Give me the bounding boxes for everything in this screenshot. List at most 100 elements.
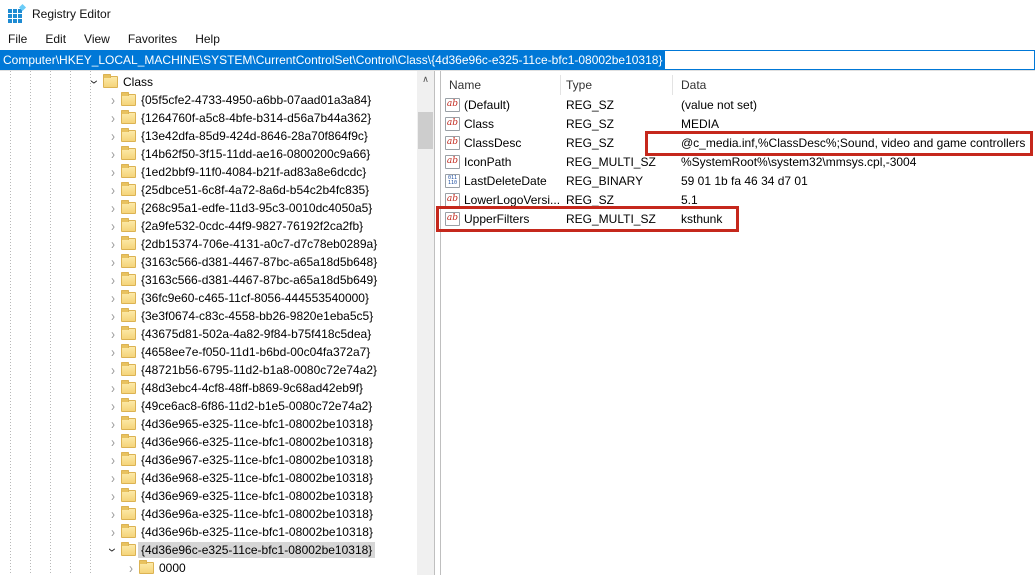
chevron-right-icon[interactable] xyxy=(106,435,120,449)
folder-icon xyxy=(121,454,136,466)
tree-row[interactable]: {1264760f-a5c8-4bfe-b314-d56a7b44a362} xyxy=(0,109,417,127)
value-data-cell: ksthunk xyxy=(673,212,1035,226)
folder-icon xyxy=(121,490,136,502)
tree-row[interactable]: {4d36e96c-e325-11ce-bfc1-08002be10318} xyxy=(0,541,417,559)
menu-item-edit[interactable]: Edit xyxy=(45,30,75,48)
value-name-label: IconPath xyxy=(464,155,511,169)
tree-row[interactable]: {48d3ebc4-4cf8-48ff-b869-9c68ad42eb9f} xyxy=(0,379,417,397)
tree-row[interactable]: Class xyxy=(0,73,417,91)
value-row[interactable]: abClassDescREG_SZ@c_media.inf,%ClassDesc… xyxy=(441,133,1035,152)
value-row[interactable]: abLowerLogoVersi...REG_SZ5.1 xyxy=(441,190,1035,209)
folder-icon xyxy=(121,436,136,448)
column-header-name[interactable]: Name xyxy=(441,75,561,95)
tree-item-label: {4d36e96b-e325-11ce-bfc1-08002be10318} xyxy=(138,524,376,540)
chevron-right-icon[interactable] xyxy=(106,345,120,359)
tree-row[interactable]: {4d36e969-e325-11ce-bfc1-08002be10318} xyxy=(0,487,417,505)
chevron-right-icon[interactable] xyxy=(106,309,120,323)
chevron-right-icon[interactable] xyxy=(106,111,120,125)
chevron-right-icon[interactable] xyxy=(106,417,120,431)
tree-row[interactable]: {3e3f0674-c83c-4558-bb26-9820e1eba5c5} xyxy=(0,307,417,325)
chevron-right-icon[interactable] xyxy=(106,201,120,215)
menu-item-file[interactable]: File xyxy=(8,30,36,48)
tree-row[interactable]: {268c95a1-edfe-11d3-95c3-0010dc4050a5} xyxy=(0,199,417,217)
folder-icon xyxy=(121,310,136,322)
menu-bar: File Edit View Favorites Help xyxy=(0,28,1035,50)
tree-row[interactable]: {48721b56-6795-11d2-b1a8-0080c72e74a2} xyxy=(0,361,417,379)
tree-row[interactable]: {4d36e96b-e325-11ce-bfc1-08002be10318} xyxy=(0,523,417,541)
chevron-right-icon[interactable] xyxy=(106,147,120,161)
registry-tree-panel: Class{05f5cfe2-4733-4950-a6bb-07aad01a3a… xyxy=(0,71,434,575)
chevron-right-icon[interactable] xyxy=(106,327,120,341)
menu-item-view[interactable]: View xyxy=(84,30,119,48)
address-bar-input[interactable]: Computer\HKEY_LOCAL_MACHINE\SYSTEM\Curre… xyxy=(0,50,1035,70)
chevron-right-icon[interactable] xyxy=(124,561,138,575)
tree-row[interactable]: {4d36e96a-e325-11ce-bfc1-08002be10318} xyxy=(0,505,417,523)
chevron-right-icon[interactable] xyxy=(106,219,120,233)
chevron-down-icon[interactable] xyxy=(106,543,120,557)
chevron-right-icon[interactable] xyxy=(106,165,120,179)
chevron-right-icon[interactable] xyxy=(106,507,120,521)
chevron-right-icon[interactable] xyxy=(106,381,120,395)
tree-row[interactable]: {14b62f50-3f15-11dd-ae16-0800200c9a66} xyxy=(0,145,417,163)
tree-row[interactable]: {36fc9e60-c465-11cf-8056-444553540000} xyxy=(0,289,417,307)
tree-row[interactable]: 0000 xyxy=(0,559,417,575)
chevron-down-icon[interactable] xyxy=(88,75,102,89)
menu-item-favorites[interactable]: Favorites xyxy=(128,30,186,48)
chevron-right-icon[interactable] xyxy=(106,93,120,107)
chevron-right-icon[interactable] xyxy=(106,273,120,287)
scrollbar-thumb[interactable] xyxy=(418,112,433,149)
chevron-right-icon[interactable] xyxy=(106,399,120,413)
tree-item-label: {25dbce51-6c8f-4a72-8a6d-b54c2b4fc835} xyxy=(138,182,372,198)
tree-row[interactable]: {4d36e966-e325-11ce-bfc1-08002be10318} xyxy=(0,433,417,451)
chevron-right-icon[interactable] xyxy=(106,453,120,467)
tree-item-label: {4d36e965-e325-11ce-bfc1-08002be10318} xyxy=(138,416,376,432)
value-type-cell: REG_SZ xyxy=(561,98,673,112)
folder-icon xyxy=(121,508,136,520)
chevron-right-icon[interactable] xyxy=(106,525,120,539)
tree-row[interactable]: {4d36e967-e325-11ce-bfc1-08002be10318} xyxy=(0,451,417,469)
chevron-right-icon[interactable] xyxy=(106,489,120,503)
value-row[interactable]: abIconPathREG_MULTI_SZ%SystemRoot%\syste… xyxy=(441,152,1035,171)
chevron-right-icon[interactable] xyxy=(106,471,120,485)
column-header-data[interactable]: Data xyxy=(673,75,1035,95)
binary-value-icon: 011110 xyxy=(445,174,460,188)
chevron-right-icon[interactable] xyxy=(106,183,120,197)
tree-row[interactable]: {4d36e965-e325-11ce-bfc1-08002be10318} xyxy=(0,415,417,433)
folder-icon xyxy=(139,562,154,574)
chevron-right-icon[interactable] xyxy=(106,129,120,143)
chevron-right-icon[interactable] xyxy=(106,363,120,377)
chevron-right-icon[interactable] xyxy=(106,255,120,269)
tree-row[interactable]: {3163c566-d381-4467-87bc-a65a18d5b649} xyxy=(0,271,417,289)
tree-vertical-scrollbar[interactable]: ∧ xyxy=(417,71,434,575)
value-name-cell: ab(Default) xyxy=(441,98,561,112)
chevron-right-icon[interactable] xyxy=(106,291,120,305)
menu-item-help[interactable]: Help xyxy=(195,30,229,48)
tree-row[interactable]: {25dbce51-6c8f-4a72-8a6d-b54c2b4fc835} xyxy=(0,181,417,199)
tree-row[interactable]: {1ed2bbf9-11f0-4084-b21f-ad83a8e6dcdc} xyxy=(0,163,417,181)
panel-splitter[interactable] xyxy=(434,71,441,575)
tree-row[interactable]: {4d36e968-e325-11ce-bfc1-08002be10318} xyxy=(0,469,417,487)
tree-row[interactable]: {43675d81-502a-4a82-9f84-b75f418c5dea} xyxy=(0,325,417,343)
tree-row[interactable]: {4658ee7e-f050-11d1-b6bd-00c04fa372a7} xyxy=(0,343,417,361)
tree-item-label: {4d36e968-e325-11ce-bfc1-08002be10318} xyxy=(138,470,376,486)
tree-row[interactable]: {2a9fe532-0cdc-44f9-9827-76192f2ca2fb} xyxy=(0,217,417,235)
value-list-rows: ab(Default)REG_SZ(value not set)abClassR… xyxy=(441,95,1035,228)
tree-row[interactable]: {49ce6ac8-6f86-11d2-b1e5-0080c72e74a2} xyxy=(0,397,417,415)
value-row[interactable]: ab(Default)REG_SZ(value not set) xyxy=(441,95,1035,114)
value-row[interactable]: 011110LastDeleteDateREG_BINARY59 01 1b f… xyxy=(441,171,1035,190)
folder-icon xyxy=(121,292,136,304)
tree-row[interactable]: {2db15374-706e-4131-a0c7-d7c78eb0289a} xyxy=(0,235,417,253)
registry-editor-window: Registry Editor FileEditViewFavoritesHel… xyxy=(0,0,1035,577)
tree-item-label: {14b62f50-3f15-11dd-ae16-0800200c9a66} xyxy=(138,146,373,162)
tree-row[interactable]: {05f5cfe2-4733-4950-a6bb-07aad01a3a84} xyxy=(0,91,417,109)
tree-item-label: {43675d81-502a-4a82-9f84-b75f418c5dea} xyxy=(138,326,374,342)
chevron-right-icon[interactable] xyxy=(106,237,120,251)
column-header-type[interactable]: Type xyxy=(561,75,673,95)
value-row[interactable]: abUpperFiltersREG_MULTI_SZksthunk xyxy=(441,209,1035,228)
tree-row[interactable]: {13e42dfa-85d9-424d-8646-28a70f864f9c} xyxy=(0,127,417,145)
tree-row[interactable]: {3163c566-d381-4467-87bc-a65a18d5b648} xyxy=(0,253,417,271)
value-data-cell: (value not set) xyxy=(673,98,1035,112)
tree-item-label: {4658ee7e-f050-11d1-b6bd-00c04fa372a7} xyxy=(138,344,373,360)
value-row[interactable]: abClassREG_SZMEDIA xyxy=(441,114,1035,133)
scrollbar-up-arrow-icon[interactable]: ∧ xyxy=(417,71,434,88)
